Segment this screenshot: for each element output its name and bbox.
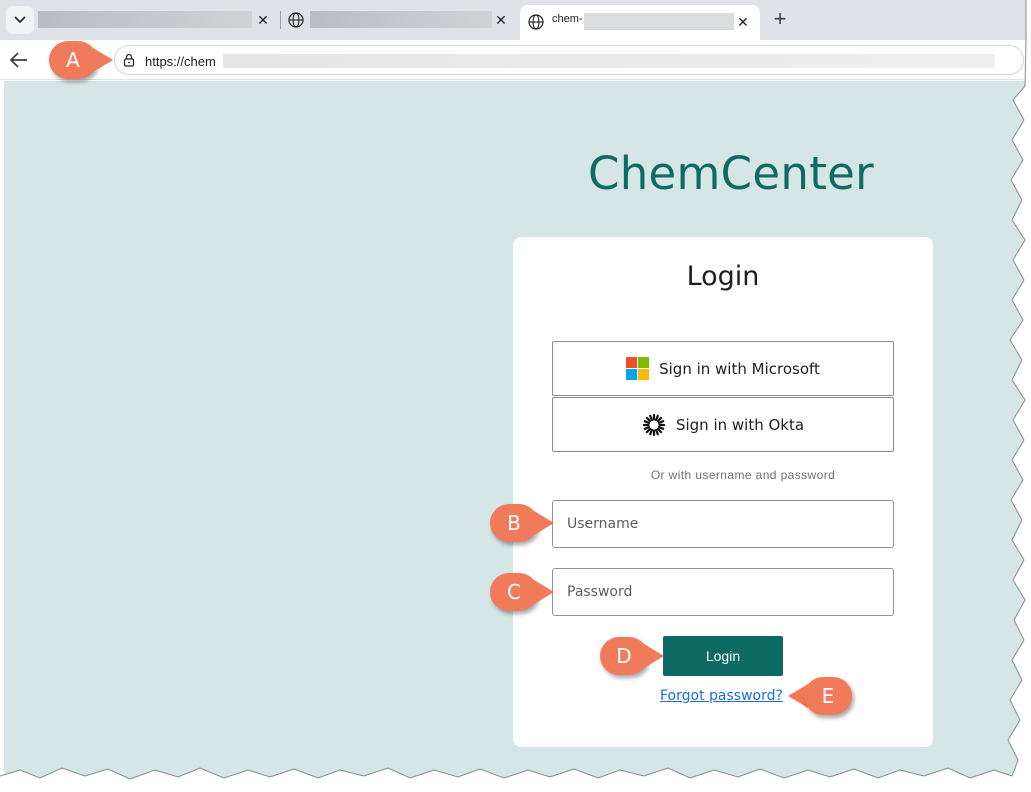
new-tab-button[interactable]: + <box>768 8 792 32</box>
tab-strip: ✕ ✕ chem- ✕ + <box>0 0 1031 40</box>
forgot-password-link[interactable]: Forgot password? <box>660 688 783 704</box>
brand-title: ChemCenter <box>588 147 874 200</box>
tab-separator <box>280 11 281 29</box>
address-bar[interactable]: https://chem <box>114 45 1024 75</box>
url-text: https://chem <box>145 54 216 69</box>
chevron-down-icon <box>14 16 26 24</box>
browser-tab-active[interactable]: chem- ✕ <box>520 5 760 40</box>
browser-tab[interactable]: ✕ <box>38 5 276 35</box>
login-card: Login Sign in with Microsoft Sign in wit… <box>513 237 933 747</box>
tab-actions-menu-button[interactable] <box>6 6 34 34</box>
back-arrow-icon <box>9 52 27 68</box>
page-content: ChemCenter Login Sign in with Microsoft <box>4 81 1026 781</box>
lock-icon[interactable] <box>123 53 135 67</box>
back-button[interactable] <box>8 49 32 71</box>
sign-in-microsoft-label: Sign in with Microsoft <box>659 359 820 378</box>
redacted-tab-title <box>310 11 492 28</box>
close-tab-icon[interactable]: ✕ <box>736 15 750 29</box>
redacted-tab-title <box>38 11 252 28</box>
sign-in-okta-label: Sign in with Okta <box>675 415 805 434</box>
alternate-login-hint: Or with username and password <box>650 468 836 482</box>
password-input[interactable] <box>552 568 894 616</box>
close-tab-icon[interactable]: ✕ <box>256 13 270 27</box>
browser-tab[interactable]: ✕ <box>282 5 514 35</box>
microsoft-logo-icon <box>626 357 650 380</box>
login-heading: Login <box>686 261 760 292</box>
globe-icon <box>288 12 304 28</box>
globe-icon <box>528 14 544 30</box>
browser-toolbar: https://chem <box>0 40 1031 80</box>
okta-logo-icon <box>642 413 666 436</box>
sign-in-okta-button[interactable]: Sign in with Okta <box>552 397 894 452</box>
redacted-tab-title <box>584 13 734 30</box>
login-button[interactable]: Login <box>663 636 783 676</box>
username-input[interactable] <box>552 500 894 548</box>
close-tab-icon[interactable]: ✕ <box>494 13 508 27</box>
redacted-url <box>223 54 995 68</box>
tab-title: chem- <box>552 13 583 25</box>
sign-in-microsoft-button[interactable]: Sign in with Microsoft <box>552 341 894 396</box>
